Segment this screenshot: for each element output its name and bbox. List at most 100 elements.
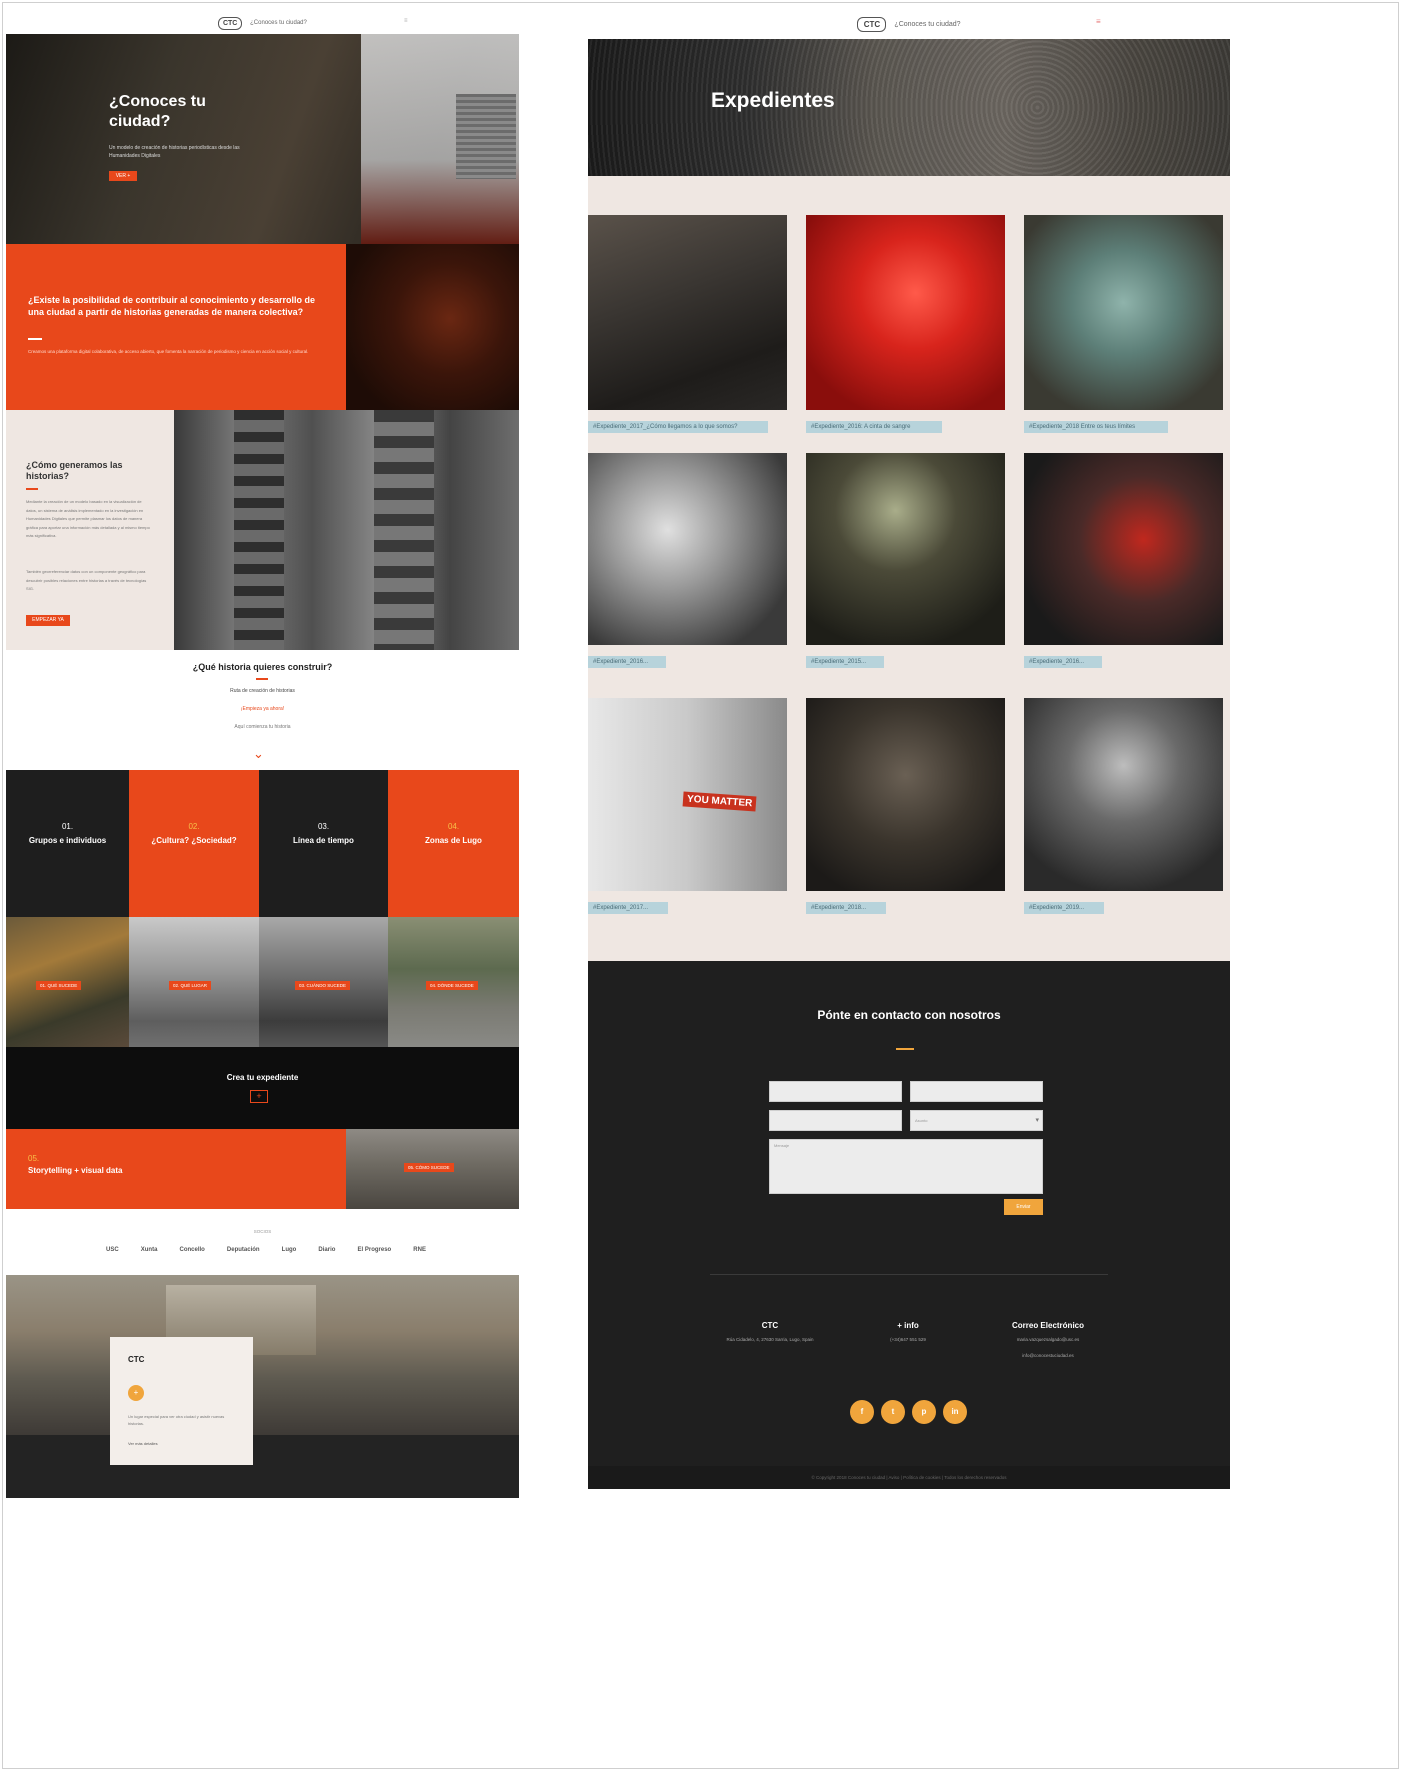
start-button[interactable]: EMPEZAR YA	[26, 615, 70, 626]
divider	[28, 338, 42, 340]
card-link[interactable]: Ver más detalles	[128, 1441, 158, 1446]
right-header: CTC ¿Conoces tu ciudad? ≡	[588, 14, 1230, 34]
caption[interactable]: #Expediente_2017...	[588, 902, 668, 914]
footer-email-2[interactable]: info@conocestuciudad.es	[983, 1351, 1113, 1360]
footer-phone[interactable]: (+34)647 551 529	[853, 1335, 963, 1344]
subject-select[interactable]: Asunto ▾	[910, 1110, 1043, 1131]
banner-title: Expedientes	[711, 89, 835, 112]
step-tag[interactable]: 02. QUÉ LUGAR	[169, 981, 212, 990]
gallery-image-cups[interactable]	[1024, 215, 1223, 410]
step-tag[interactable]: 01. QUÉ SUCEDE	[36, 981, 82, 990]
crowd-texture	[588, 39, 1230, 176]
step-number: 05.	[28, 1154, 40, 1163]
create-label[interactable]: Crea tu expediente	[6, 1073, 519, 1082]
expedientes-banner: Expedientes	[588, 39, 1230, 176]
footer-col-title: Correo Electrónico	[1011, 1321, 1084, 1330]
step-03[interactable]: 03. Línea de tiempo	[259, 770, 388, 917]
linkedin-icon[interactable]: in	[943, 1400, 967, 1424]
market-photo: 01. QUÉ SUCEDE	[6, 917, 129, 1047]
partner-logo[interactable]: Deputación	[227, 1247, 260, 1253]
partner-logo[interactable]: USC	[106, 1247, 119, 1253]
partner-logo[interactable]: Xunta	[141, 1247, 158, 1253]
footer-col-title: + info	[897, 1321, 919, 1330]
send-button[interactable]: Enviar	[1004, 1199, 1043, 1215]
footer-address: Rúa Cidadelo, 4, 27630 Sarria, Lugo, Spa…	[726, 1337, 814, 1342]
partner-logo[interactable]: El Progreso	[358, 1247, 392, 1253]
footer-email-1[interactable]: maria.vazquezsalgado@usc.es	[983, 1335, 1113, 1344]
plaza-photo: 05. CÓMO SUCEDE	[346, 1129, 519, 1209]
shirt-text: YOU MATTER	[682, 791, 757, 812]
gallery-image-portrait[interactable]	[588, 453, 787, 645]
site-name[interactable]: ¿Conoces tu ciudad?	[894, 21, 960, 28]
hero-button[interactable]: VER +	[109, 171, 137, 181]
step-05[interactable]: 05. Storytelling + visual data	[6, 1129, 346, 1209]
caption[interactable]: #Expediente_2016: A cinta de sangre	[806, 421, 942, 433]
gallery-image-underwater[interactable]	[1024, 698, 1223, 891]
square-photo: 02. QUÉ LUGAR	[129, 917, 259, 1047]
step-02[interactable]: 02. ¿Cultura? ¿Sociedad?	[129, 770, 259, 917]
step-tag[interactable]: 03. CUÁNDO SUCEDE	[295, 981, 351, 990]
message-field[interactable]: Mensaje	[769, 1139, 1043, 1194]
gallery-image-red-mask[interactable]	[1024, 453, 1223, 645]
ctc-logo[interactable]: CTC	[857, 16, 887, 32]
build-line-1: Ruta de creación de historias	[230, 688, 295, 694]
step-label: Storytelling + visual data	[28, 1166, 123, 1175]
gallery-image-shirt[interactable]: YOU MATTER	[588, 698, 787, 891]
partner-logo[interactable]: Concello	[180, 1247, 205, 1253]
partner-logo[interactable]: Diario	[318, 1247, 335, 1253]
partners-section: SOCIOS USC Xunta Concello Deputación Lug…	[6, 1209, 519, 1275]
select-placeholder: Asunto	[915, 1118, 928, 1123]
gallery-image-red[interactable]	[806, 215, 1005, 410]
card-title: CTC	[128, 1355, 145, 1364]
contact-section: Pónte en contacto con nosotros Asunto ▾ …	[588, 961, 1230, 1489]
caption[interactable]: #Expediente_2018...	[806, 902, 886, 914]
email-field[interactable]	[910, 1081, 1043, 1102]
building-windows	[374, 410, 434, 650]
step-label: ¿Cultura? ¿Sociedad?	[151, 836, 237, 845]
hamburger-icon[interactable]: ≡	[1096, 17, 1101, 26]
caption[interactable]: #Expediente_2016...	[1024, 656, 1102, 668]
hero-section: ¿Conoces tu ciudad? Un modelo de creació…	[6, 34, 519, 244]
caption[interactable]: #Expediente_2019...	[1024, 902, 1104, 914]
copyright-bar: © Copyright 2018 Conoces tu ciudad | Avi…	[588, 1466, 1230, 1489]
plus-icon[interactable]: +	[250, 1090, 268, 1103]
facebook-icon[interactable]: f	[850, 1400, 874, 1424]
partner-logo[interactable]: RNE	[413, 1247, 426, 1253]
site-name[interactable]: ¿Conoces tu ciudad?	[250, 20, 307, 26]
step-tag[interactable]: 04. DÓNDE SUCEDE	[426, 981, 478, 990]
caption[interactable]: #Expediente_2018 Entre os teus límites	[1024, 421, 1168, 433]
park-photo: 04. DÓNDE SUCEDE	[388, 917, 519, 1047]
pinterest-icon[interactable]: p	[912, 1400, 936, 1424]
message-placeholder: Mensaje	[774, 1143, 790, 1148]
ctc-logo[interactable]: CTC	[218, 16, 243, 30]
divider	[710, 1274, 1108, 1275]
carnival-mask-image	[346, 244, 519, 410]
step-number: 01.	[61, 822, 74, 831]
chevron-down-icon[interactable]: ⌄	[253, 747, 264, 760]
step-04[interactable]: 04. Zonas de Lugo	[388, 770, 519, 917]
caption[interactable]: #Expediente_2016...	[588, 656, 666, 668]
caption[interactable]: #Expediente_2015...	[806, 656, 884, 668]
step-number: 03.	[317, 822, 330, 831]
phone-field[interactable]	[769, 1110, 902, 1131]
gallery-image-legs[interactable]	[806, 698, 1005, 891]
step-tag[interactable]: 05. CÓMO SUCEDE	[404, 1163, 454, 1172]
gallery-image-room[interactable]	[806, 453, 1005, 645]
divider	[26, 488, 38, 490]
ctc-card: CTC + Un lugar especial para ver otra ci…	[110, 1337, 253, 1465]
build-link[interactable]: ¡Empieza ya ahora!	[6, 706, 519, 712]
question-title: ¿Existe la posibilidad de contribuir al …	[28, 295, 316, 317]
how-paragraph-2: También georreferenciar datos con un com…	[26, 569, 147, 591]
caption[interactable]: #Expediente_2017_¿Cómo llegamos a lo que…	[588, 421, 768, 433]
name-field[interactable]	[769, 1081, 902, 1102]
step-01[interactable]: 01. Grupos e individuos	[6, 770, 129, 917]
question-body: Creamos una plataforma digital colaborat…	[28, 349, 309, 354]
build-section: ¿Qué historia quieres construir? Ruta de…	[6, 650, 519, 770]
gallery-image-bed[interactable]	[588, 215, 787, 410]
hamburger-icon[interactable]: ≡	[404, 18, 408, 24]
hero-title: ¿Conoces tu ciudad?	[109, 93, 206, 130]
divider	[896, 1048, 914, 1050]
partner-logo[interactable]: Lugo	[282, 1247, 297, 1253]
step-number: 04.	[447, 822, 460, 831]
twitter-icon[interactable]: t	[881, 1400, 905, 1424]
